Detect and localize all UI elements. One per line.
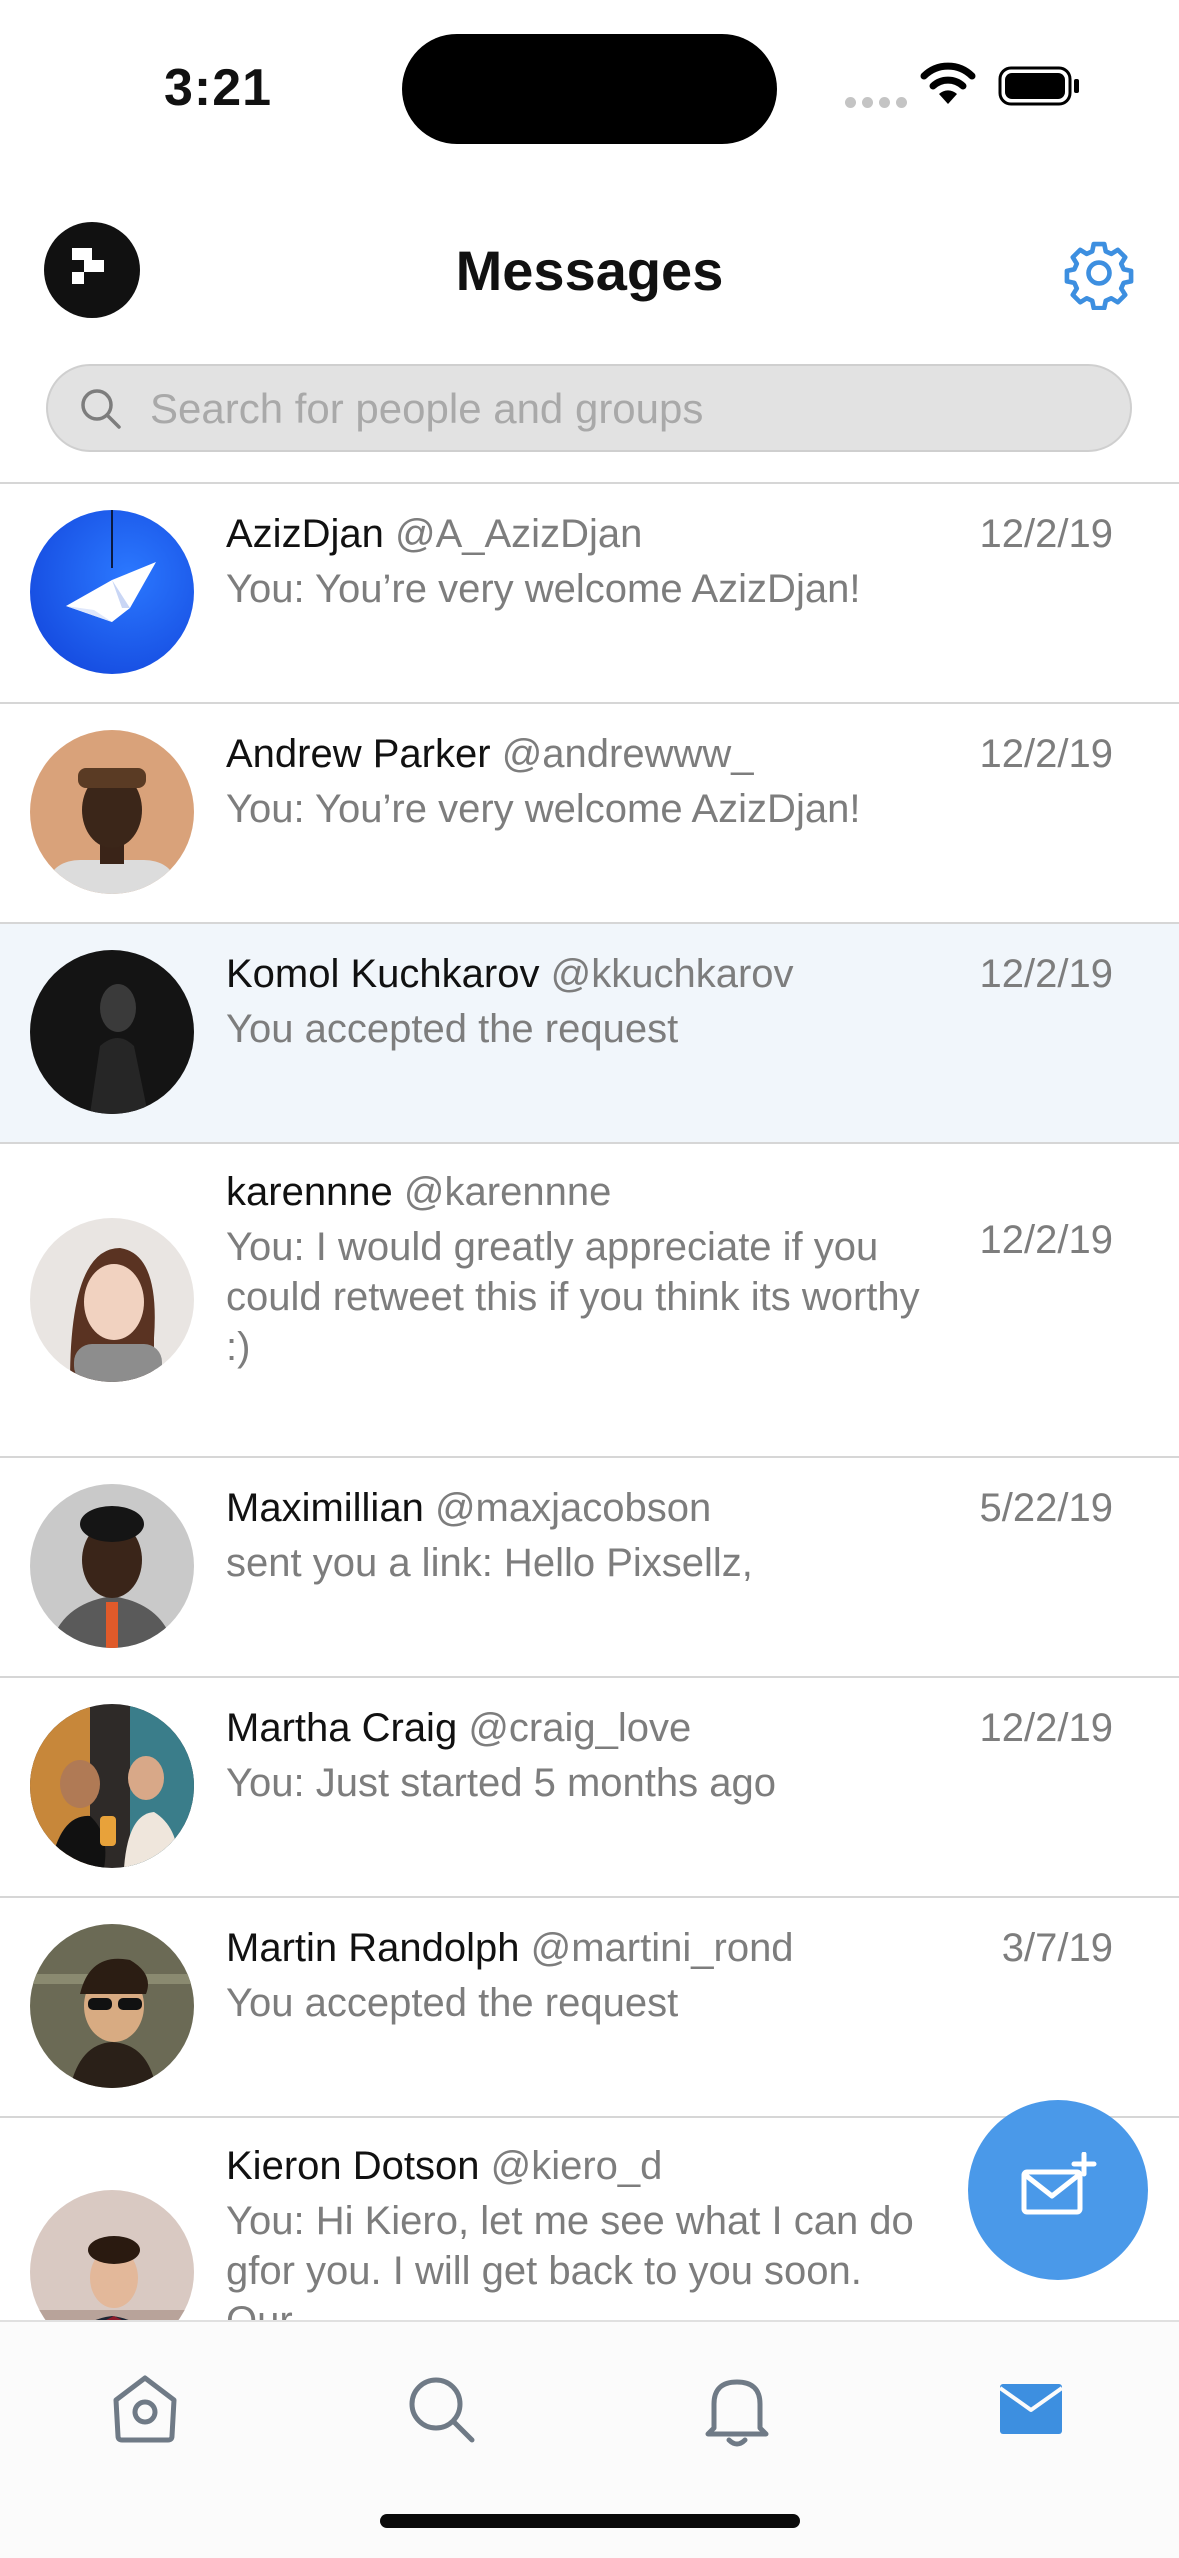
bell-icon — [705, 2379, 769, 2447]
gear-icon[interactable] — [1062, 236, 1136, 310]
message-date: 12/2/19 — [979, 952, 1113, 996]
conversation-row[interactable]: Komol Kuchkarov @kkuchkarov You accepted… — [0, 924, 1179, 1144]
tab-notifications[interactable] — [692, 2364, 782, 2454]
battery-icon — [998, 66, 1079, 106]
tab-home[interactable] — [100, 2364, 190, 2454]
conversation-row[interactable]: Martha Craig @craig_love You: Just start… — [0, 1678, 1179, 1898]
contact-name: Maximillian — [226, 1486, 424, 1530]
message-date: 12/2/19 — [979, 512, 1113, 556]
new-message-button[interactable] — [968, 2100, 1148, 2280]
avatar — [30, 730, 194, 894]
message-preview: You: Just started 5 months ago — [226, 1761, 776, 1805]
message-date: 12/2/19 — [979, 732, 1113, 776]
status-time: 3:21 — [164, 59, 273, 117]
message-date: 12/2/19 — [979, 1706, 1113, 1750]
message-date: 3/7/19 — [1001, 1926, 1113, 1970]
message-date: 12/2/19 — [979, 1218, 1113, 1262]
search-input[interactable] — [148, 366, 1102, 452]
contact-handle: @andrewww_ — [501, 732, 754, 776]
contact-handle: @craig_love — [468, 1706, 692, 1750]
search-icon — [81, 389, 121, 429]
message-preview: sent you a link: Hello Pixsellz, — [226, 1541, 753, 1585]
contact-name: karennne — [226, 1170, 393, 1214]
contact-name: Kieron Dotson — [226, 2144, 480, 2188]
message-preview: You: I would greatly appreciate if you c… — [226, 1225, 920, 1369]
compose-mail-icon — [1021, 2152, 1097, 2215]
page-title: Messages — [455, 239, 724, 302]
message-preview: You: You’re very welcome AzizDjan! — [226, 787, 861, 831]
message-preview: You: You’re very welcome AzizDjan! — [226, 567, 861, 611]
search-bar[interactable] — [46, 364, 1132, 452]
contact-handle: @maxjacobson — [434, 1486, 712, 1530]
conversation-row[interactable]: karennne @karennne You: I would greatly … — [0, 1144, 1179, 1458]
avatar — [30, 1704, 194, 1868]
dynamic-island — [402, 34, 777, 144]
contact-handle: @kiero_d — [490, 2144, 663, 2188]
contact-handle: @A_AzizDjan — [394, 512, 643, 556]
avatar — [30, 950, 194, 1114]
avatar — [30, 2190, 194, 2322]
mail-icon — [998, 2384, 1064, 2434]
avatar — [30, 1924, 194, 2088]
conversation-row[interactable]: Andrew Parker @andrewww_ You: You’re ver… — [0, 704, 1179, 924]
avatar — [30, 1218, 194, 1382]
message-date: 5/22/19 — [979, 1486, 1113, 1530]
home-indicator — [380, 2514, 800, 2528]
search-icon — [409, 2377, 475, 2443]
wifi-icon — [920, 62, 976, 104]
status-bar: 3:21 — [0, 0, 1179, 150]
conversation-row[interactable]: Martin Randolph @martini_rond You accept… — [0, 1898, 1179, 2118]
contact-name: Komol Kuchkarov — [226, 952, 540, 996]
message-preview: You accepted the request — [226, 1007, 679, 1051]
message-preview: You accepted the request — [226, 1981, 679, 2025]
contact-handle: @karennne — [403, 1170, 612, 1214]
contact-name: AzizDjan — [226, 512, 384, 556]
avatar — [30, 1484, 194, 1648]
contact-name: Andrew Parker — [226, 732, 491, 776]
tab-search[interactable] — [396, 2364, 486, 2454]
message-preview: You: Hi Kiero, let me see what I can do … — [226, 2199, 914, 2322]
contact-handle: @kkuchkarov — [550, 952, 794, 996]
contact-name: Martha Craig — [226, 1706, 458, 1750]
contact-name: Martin Randolph — [226, 1926, 520, 1970]
contact-handle: @martini_rond — [530, 1926, 794, 1970]
conversation-list: AzizDjan @A_AzizDjan You: You’re very we… — [0, 482, 1179, 2322]
conversation-row[interactable]: Maximillian @maxjacobson sent you a link… — [0, 1458, 1179, 1678]
header: Messages — [0, 200, 1179, 340]
home-icon — [113, 2375, 177, 2443]
avatar — [30, 510, 194, 674]
signal-icon — [845, 97, 907, 108]
conversation-row[interactable]: AzizDjan @A_AzizDjan You: You’re very we… — [0, 484, 1179, 704]
tab-messages[interactable] — [986, 2364, 1076, 2454]
